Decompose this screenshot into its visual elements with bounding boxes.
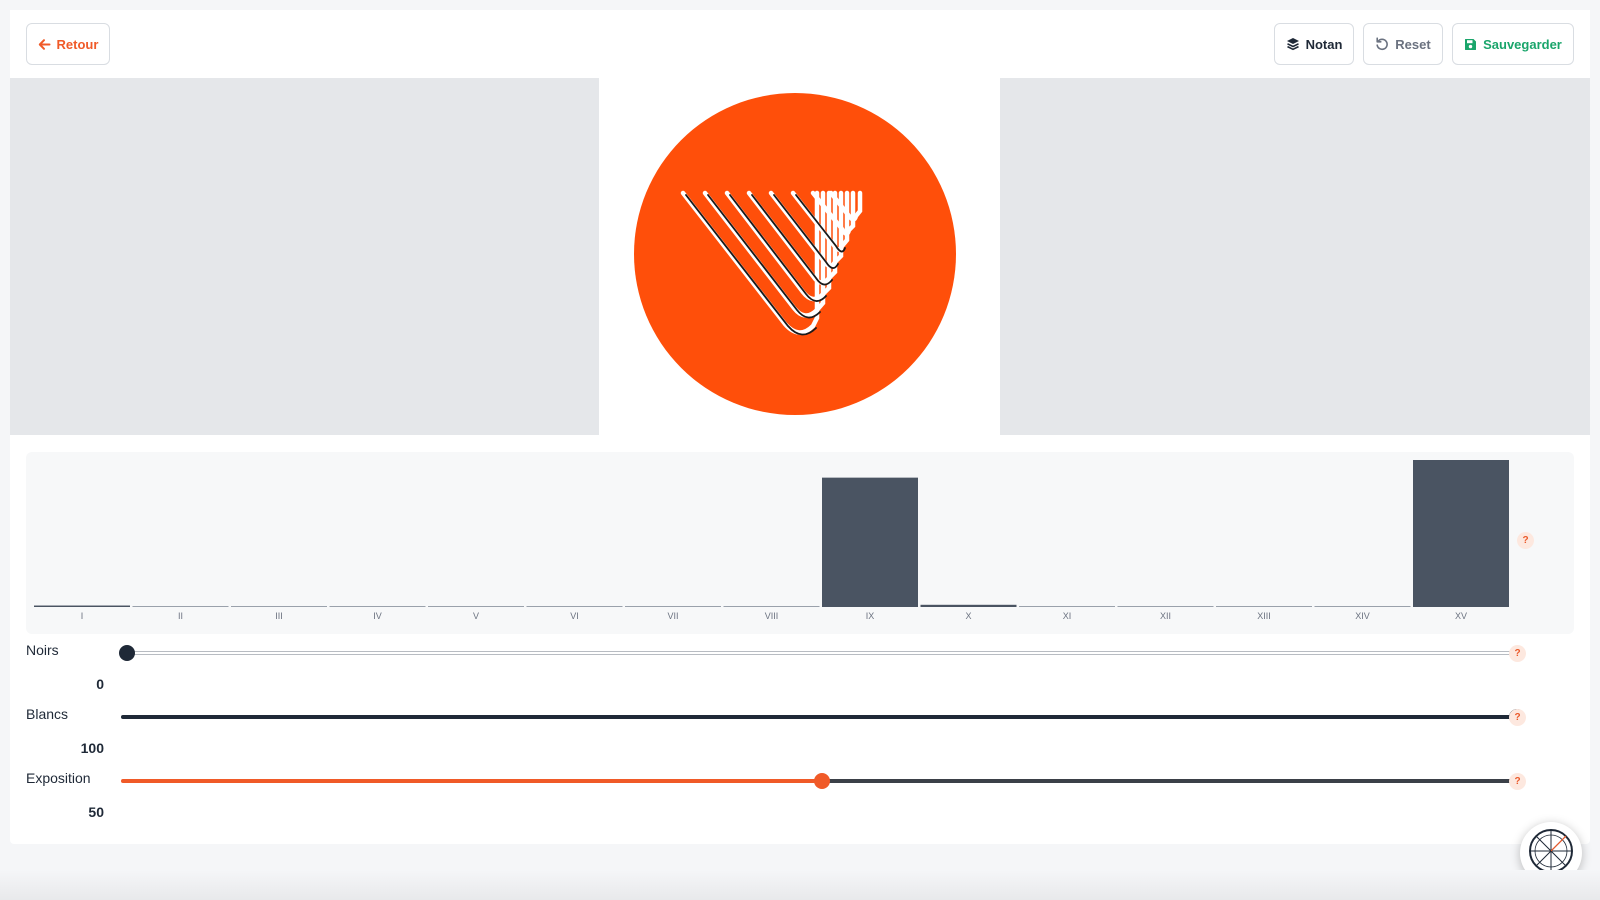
reset-label: Reset [1395, 36, 1431, 52]
exposition-value: 50 [88, 804, 104, 820]
histogram-tick-label: VIII [765, 611, 779, 621]
histogram-chart: I II III IV V VI VII VIII IX X XI XII XIII XIV XV [34, 460, 1509, 621]
notan-button[interactable]: Notan [1274, 23, 1354, 65]
histogram: I II III IV V VI VII VIII IX X XI XII XIII XIV XV ? [26, 452, 1574, 634]
image-canvas[interactable] [599, 78, 1000, 435]
back-button[interactable]: Retour [26, 23, 110, 65]
histogram-bar [1117, 606, 1214, 607]
histogram-tick-label: XIII [1257, 611, 1271, 621]
page-footer-shade [0, 870, 1600, 900]
histogram-bar [723, 606, 820, 607]
noirs-help-icon[interactable]: ? [1509, 645, 1526, 662]
toolbar: Retour Notan Reset Sauvegarder [10, 10, 1590, 79]
histogram-tick-label: IV [373, 611, 382, 621]
undo-icon [1375, 37, 1389, 51]
image-preview-area [10, 78, 1590, 435]
histogram-tick-label: II [178, 611, 183, 621]
blancs-help-icon[interactable]: ? [1509, 709, 1526, 726]
histogram-bar [428, 606, 524, 607]
exposition-label: Exposition [26, 770, 91, 786]
save-label: Sauvegarder [1483, 36, 1562, 52]
blancs-slider-track[interactable] [121, 715, 1523, 719]
arrow-left-icon [38, 38, 51, 51]
editor-card: Retour Notan Reset Sauvegarder I II III … [10, 10, 1590, 844]
histogram-tick-label: X [965, 611, 971, 621]
layers-icon [1286, 37, 1300, 51]
noirs-value: 0 [96, 676, 104, 692]
histogram-bar [526, 606, 623, 607]
histogram-tick-label: VI [570, 611, 579, 621]
noirs-slider-thumb[interactable] [119, 645, 135, 661]
histogram-bar [34, 605, 130, 607]
histogram-tick-label: XI [1063, 611, 1072, 621]
histogram-bar [920, 604, 1017, 607]
histogram-tick-label: XV [1455, 611, 1467, 621]
exposition-slider-thumb[interactable] [814, 773, 830, 789]
histogram-tick-label: IX [866, 611, 875, 621]
notan-label: Notan [1305, 36, 1343, 52]
histogram-bar [625, 606, 721, 607]
histogram-bar [329, 606, 426, 607]
blancs-value: 100 [80, 740, 104, 756]
histogram-tick-label: VII [667, 611, 678, 621]
histogram-bar [132, 606, 229, 607]
blancs-label: Blancs [26, 706, 69, 722]
noirs-slider-track[interactable] [121, 651, 1525, 655]
histogram-bar [1413, 460, 1509, 607]
histogram-tick-label: I [81, 611, 84, 621]
histogram-tick-label: V [473, 611, 479, 621]
histogram-tick-label: XIV [1355, 611, 1370, 621]
noirs-label: Noirs [26, 642, 59, 658]
histogram-bar [1314, 606, 1411, 607]
histogram-bar [822, 477, 918, 607]
back-label: Retour [56, 36, 99, 52]
histogram-bar [1216, 606, 1312, 607]
save-button[interactable]: Sauvegarder [1452, 23, 1574, 65]
logo-image [634, 93, 956, 415]
histogram-bar [1019, 606, 1115, 607]
histogram-tick-label: III [275, 611, 283, 621]
histogram-help-icon[interactable]: ? [1517, 532, 1534, 549]
floppy-disk-icon [1464, 38, 1477, 51]
exposition-help-icon[interactable]: ? [1509, 773, 1526, 790]
histogram-bar [231, 606, 327, 607]
reset-button[interactable]: Reset [1363, 23, 1443, 65]
histogram-tick-label: XII [1160, 611, 1171, 621]
